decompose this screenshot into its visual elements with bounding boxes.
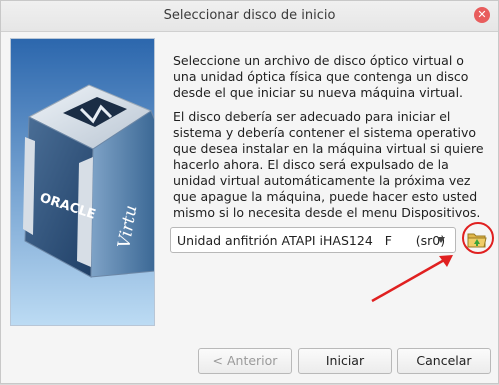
virtualbox-cube-illustration: ORACLE Virtu [11,39,154,325]
description-paragraph-2: El disco debería ser adecuado para inici… [173,109,484,220]
dialog-window: Seleccionar disco de inicio ✕ ORACLE Vir… [0,0,499,384]
close-icon: ✕ [477,8,487,21]
virtualbox-logo-image: ORACLE Virtu [10,38,155,326]
description-paragraph-1: Seleccione un archivo de disco óptico vi… [173,53,469,100]
title-bar: Seleccionar disco de inicio ✕ [1,1,498,32]
close-button[interactable]: ✕ [474,7,490,23]
choose-disk-file-button[interactable] [466,230,488,250]
start-button[interactable]: Iniciar [298,348,392,374]
chevron-down-icon [437,237,445,243]
optical-drive-selected-value: Unidad anfitrión ATAPI iHAS124 F (sr0) [177,233,446,248]
back-button[interactable]: < Anterior [198,348,292,374]
folder-open-icon [467,233,487,248]
window-title: Seleccionar disco de inicio [163,8,336,23]
optical-drive-select[interactable]: Unidad anfitrión ATAPI iHAS124 F (sr0) [170,227,456,253]
cancel-button[interactable]: Cancelar [397,348,491,374]
